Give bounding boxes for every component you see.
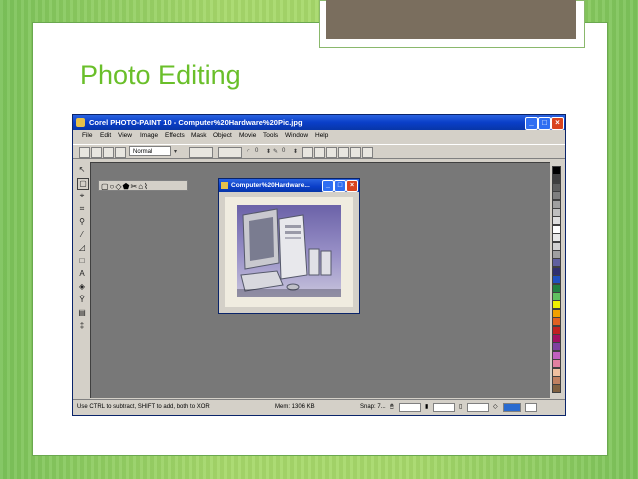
doc-minimize-button[interactable]: _: [322, 180, 334, 192]
doc-close-button[interactable]: ×: [346, 180, 358, 192]
menu-mask[interactable]: Mask: [191, 132, 207, 139]
eyedropper-icon[interactable]: ⁄: [77, 230, 87, 240]
mouse-icon: 🖱: [390, 404, 394, 410]
workspace[interactable]: ▢○◇⬟✂⌂⌇ Computer%20Hardware... _ □ ×: [90, 162, 550, 398]
add-mask-icon[interactable]: [91, 147, 102, 158]
property-toolbar: Normal ▾ ◜ 0 ⬍ ✎ 0 ⬍: [73, 144, 565, 159]
eraser-tool-icon[interactable]: ◿: [77, 243, 87, 253]
paper-icon: ▯: [459, 404, 463, 410]
chevron-down-icon[interactable]: ▾: [174, 148, 177, 155]
status-field: [433, 403, 455, 412]
merge-mode-dropdown[interactable]: Normal: [129, 146, 171, 156]
effect-tool-icon[interactable]: ‡: [77, 321, 87, 331]
value-a[interactable]: 0: [255, 148, 258, 154]
app-titlebar[interactable]: Corel PHOTO-PAINT 10 - Computer%20Hardwa…: [73, 115, 565, 130]
computer-hardware-photo: [237, 205, 341, 297]
fill-icon: ◇: [493, 404, 498, 410]
app-icon: [76, 118, 85, 127]
status-hint: Use CTRL to subtract, SHIFT to add, both…: [77, 404, 210, 410]
pick-tool-icon[interactable]: ↖: [77, 165, 87, 175]
xor-mask-icon[interactable]: [115, 147, 126, 158]
width-stepper[interactable]: [218, 147, 242, 158]
document-icon: [221, 182, 228, 189]
align-left-icon[interactable]: [302, 147, 313, 158]
toolbox: ↖ ▢ ⌖ ⌗ ⚲ ⁄ ◿ □ A ◈ Ÿ ▤ ‡: [75, 165, 89, 365]
maximize-button[interactable]: □: [538, 117, 551, 130]
subtract-mask-icon[interactable]: [103, 147, 114, 158]
menu-help[interactable]: Help: [315, 132, 328, 139]
menu-object[interactable]: Object: [213, 132, 232, 139]
select-mode-icon[interactable]: [79, 147, 90, 158]
minimize-button[interactable]: _: [525, 117, 538, 130]
menu-window[interactable]: Window: [285, 132, 308, 139]
text-tool-icon[interactable]: A: [77, 269, 87, 279]
menu-tools[interactable]: Tools: [263, 132, 278, 139]
status-field: [467, 403, 489, 412]
mask-shape-flyout[interactable]: ▢○◇⬟✂⌂⌇: [98, 180, 188, 191]
menu-file[interactable]: File: [82, 132, 92, 139]
mask-tool-icon[interactable]: ▢: [77, 178, 89, 190]
close-button[interactable]: ×: [551, 117, 564, 130]
document-titlebar[interactable]: Computer%20Hardware... _ □ ×: [219, 179, 359, 192]
clone-tool-icon[interactable]: ▤: [77, 308, 87, 318]
distribute-icon[interactable]: [338, 147, 349, 158]
document-window: Computer%20Hardware... _ □ ×: [218, 178, 360, 314]
app-title: Corel PHOTO-PAINT 10 - Computer%20Hardwa…: [89, 118, 303, 127]
rectangle-tool-icon[interactable]: □: [77, 256, 87, 266]
menu-image[interactable]: Image: [140, 132, 158, 139]
status-memory: Mem: 1306 KB: [275, 404, 315, 410]
grid-icon[interactable]: [350, 147, 361, 158]
status-bar: Use CTRL to subtract, SHIFT to add, both…: [73, 399, 565, 414]
doc-maximize-button[interactable]: □: [334, 180, 346, 192]
transparency-icon[interactable]: [525, 403, 537, 412]
feather-stepper[interactable]: [189, 147, 213, 158]
align-right-icon[interactable]: [326, 147, 337, 158]
menu-effects[interactable]: Effects: [165, 132, 185, 139]
stepper-icon[interactable]: ⬍: [266, 148, 271, 155]
menu-bar: File Edit View Image Effects Mask Object…: [73, 131, 565, 142]
zoom-tool-icon[interactable]: ⚲: [77, 217, 87, 227]
menu-edit[interactable]: Edit: [100, 132, 111, 139]
document-title: Computer%20Hardware...: [231, 182, 310, 189]
value-b[interactable]: 0: [282, 148, 285, 154]
align-center-icon[interactable]: [314, 147, 325, 158]
corner-icon: ◜: [247, 149, 250, 155]
status-field: [399, 403, 421, 412]
mask-transform-icon[interactable]: ⌖: [77, 191, 87, 201]
image-canvas[interactable]: [225, 197, 353, 307]
snap-icon[interactable]: [362, 147, 373, 158]
brush-tool-icon[interactable]: Ÿ: [77, 295, 87, 305]
slide-title: Photo Editing: [80, 60, 241, 90]
menu-view[interactable]: View: [118, 132, 132, 139]
brush-icon: ▮: [425, 404, 429, 410]
status-snap: Snap: 7...: [360, 404, 386, 410]
crop-tool-icon[interactable]: ⌗: [77, 204, 87, 214]
palette-swatch[interactable]: [552, 384, 561, 394]
pen-icon: ✎: [273, 149, 279, 155]
fill-tool-icon[interactable]: ◈: [77, 282, 87, 292]
title-tab-fill: [326, 0, 576, 39]
menu-movie[interactable]: Movie: [239, 132, 256, 139]
fill-color-swatch[interactable]: [503, 403, 521, 412]
color-palette: [550, 162, 563, 397]
app-window: Corel PHOTO-PAINT 10 - Computer%20Hardwa…: [72, 114, 566, 416]
stepper-icon[interactable]: ⬍: [293, 148, 298, 155]
